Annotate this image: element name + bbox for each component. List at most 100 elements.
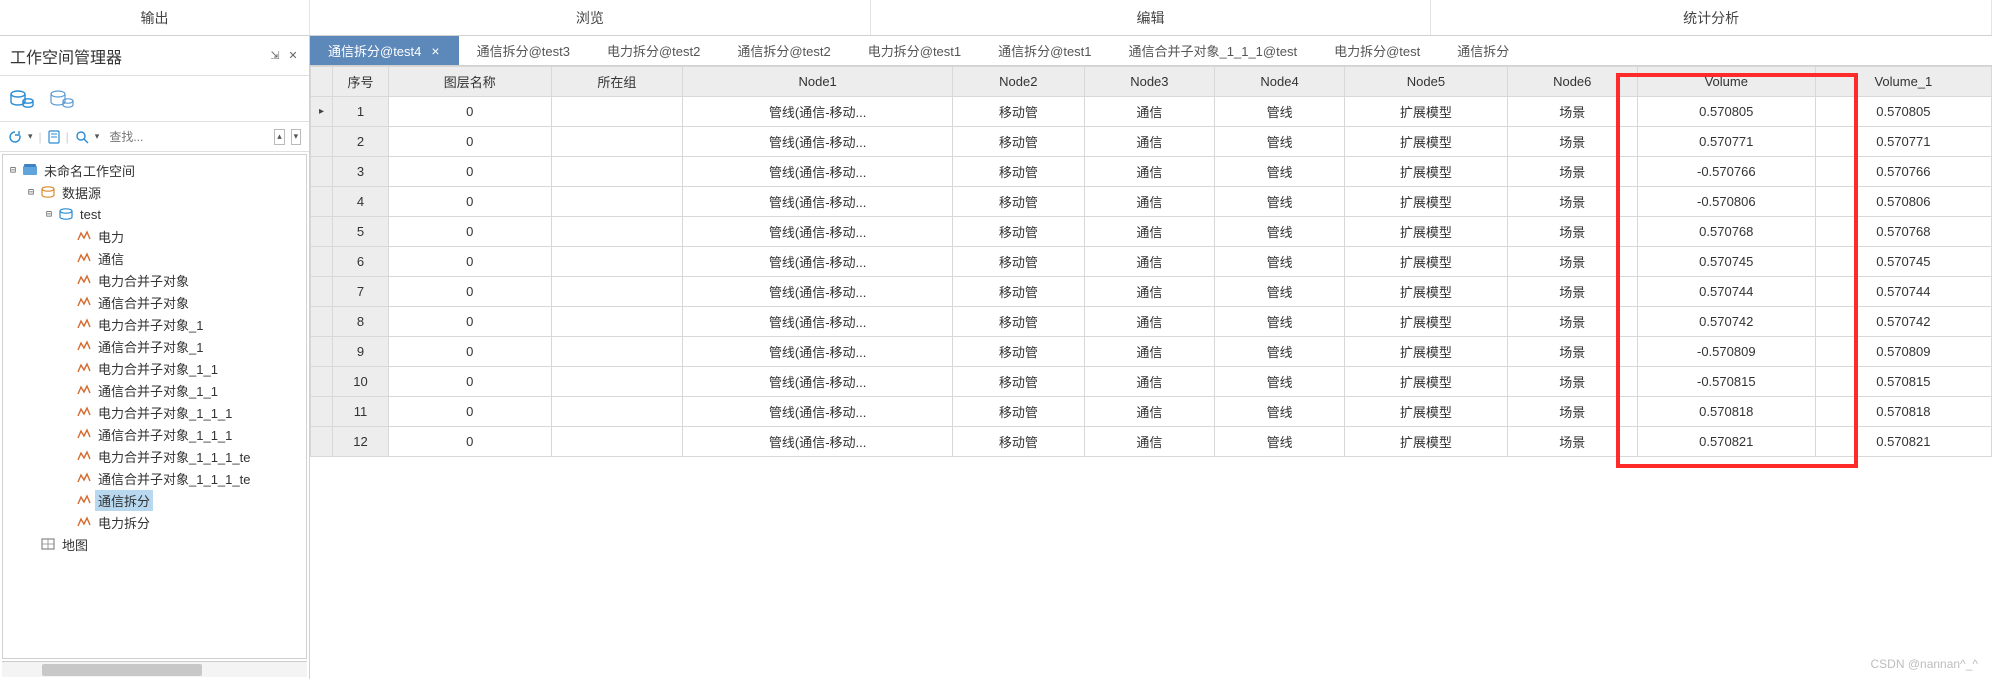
table-cell[interactable]: 0.570818 xyxy=(1815,397,1991,427)
table-cell[interactable]: 0.570809 xyxy=(1815,337,1991,367)
table-cell[interactable]: 移动管 xyxy=(952,97,1084,127)
table-cell[interactable]: 6 xyxy=(333,247,389,277)
table-cell[interactable]: 管线(通信-移动... xyxy=(683,97,953,127)
table-cell[interactable]: 通信 xyxy=(1084,97,1214,127)
column-header[interactable] xyxy=(311,67,333,97)
document-tab[interactable]: 通信拆分@test1 xyxy=(980,36,1110,65)
table-cell[interactable]: 通信 xyxy=(1084,217,1214,247)
table-cell[interactable]: 0.570745 xyxy=(1815,247,1991,277)
table-row[interactable]: 90管线(通信-移动...移动管通信管线扩展模型场景-0.5708090.570… xyxy=(311,337,1992,367)
table-cell[interactable] xyxy=(311,247,333,277)
table-cell[interactable]: 0 xyxy=(389,247,551,277)
table-cell[interactable]: 0 xyxy=(389,127,551,157)
table-cell[interactable]: 场景 xyxy=(1507,217,1637,247)
table-cell[interactable]: 10 xyxy=(333,367,389,397)
datasource-outline-icon[interactable] xyxy=(50,90,74,108)
table-cell[interactable]: 移动管 xyxy=(952,247,1084,277)
table-cell[interactable]: 0 xyxy=(389,217,551,247)
tree-item[interactable]: 电力合并子对象 xyxy=(3,269,306,291)
tree-horizontal-scrollbar[interactable] xyxy=(2,661,307,677)
table-cell[interactable]: 11 xyxy=(333,397,389,427)
column-header[interactable]: Volume xyxy=(1637,67,1815,97)
table-cell[interactable]: 5 xyxy=(333,217,389,247)
table-cell[interactable]: -0.570815 xyxy=(1637,367,1815,397)
document-tab[interactable]: 通信拆分@test4× xyxy=(310,36,459,65)
table-cell[interactable]: 管线(通信-移动... xyxy=(683,127,953,157)
document-tab[interactable]: 通信拆分@test2 xyxy=(719,36,849,65)
table-cell[interactable]: 管线 xyxy=(1214,307,1344,337)
table-cell[interactable]: 移动管 xyxy=(952,397,1084,427)
tree-item[interactable]: 通信合并子对象 xyxy=(3,291,306,313)
tree-item[interactable]: 通信合并子对象_1_1 xyxy=(3,379,306,401)
pin-icon[interactable]: ⇲ xyxy=(269,50,281,62)
table-row[interactable]: 40管线(通信-移动...移动管通信管线扩展模型场景-0.5708060.570… xyxy=(311,187,1992,217)
tree-item[interactable]: 通信合并子对象_1_1_1 xyxy=(3,423,306,445)
table-cell[interactable]: 扩展模型 xyxy=(1345,337,1507,367)
table-cell[interactable]: 管线(通信-移动... xyxy=(683,367,953,397)
table-row[interactable]: 110管线(通信-移动...移动管通信管线扩展模型场景0.5708180.570… xyxy=(311,397,1992,427)
table-cell[interactable]: 0.570768 xyxy=(1815,217,1991,247)
table-cell[interactable]: 0.570766 xyxy=(1815,157,1991,187)
table-cell[interactable] xyxy=(311,397,333,427)
tree-root[interactable]: ⊟ 未命名工作空间 xyxy=(3,159,306,181)
table-cell[interactable] xyxy=(551,187,683,217)
table-cell[interactable]: 扩展模型 xyxy=(1345,427,1507,457)
table-cell[interactable]: 移动管 xyxy=(952,367,1084,397)
table-cell[interactable]: 管线(通信-移动... xyxy=(683,307,953,337)
table-cell[interactable]: 管线 xyxy=(1214,157,1344,187)
table-cell[interactable]: 场景 xyxy=(1507,397,1637,427)
table-cell[interactable]: 0 xyxy=(389,337,551,367)
table-cell[interactable]: 场景 xyxy=(1507,247,1637,277)
tree-maps[interactable]: 地图 xyxy=(3,533,306,555)
table-cell[interactable]: 场景 xyxy=(1507,127,1637,157)
table-row[interactable]: 60管线(通信-移动...移动管通信管线扩展模型场景0.5707450.5707… xyxy=(311,247,1992,277)
column-header[interactable]: 图层名称 xyxy=(389,67,551,97)
refresh-icon[interactable] xyxy=(8,128,22,146)
table-cell[interactable]: 0.570742 xyxy=(1815,307,1991,337)
table-cell[interactable]: 通信 xyxy=(1084,307,1214,337)
document-tab[interactable]: 电力拆分@test1 xyxy=(850,36,980,65)
table-cell[interactable]: 移动管 xyxy=(952,427,1084,457)
table-cell[interactable] xyxy=(311,337,333,367)
table-cell[interactable]: ▸ xyxy=(311,97,333,127)
table-cell[interactable]: 管线(通信-移动... xyxy=(683,397,953,427)
workspace-tree[interactable]: ⊟ 未命名工作空间 ⊟ 数据源 ⊟ test 电力通信电力合并子对象通信合并子对… xyxy=(2,154,307,659)
table-cell[interactable]: 扩展模型 xyxy=(1345,277,1507,307)
table-cell[interactable]: 管线 xyxy=(1214,247,1344,277)
table-cell[interactable]: 通信 xyxy=(1084,247,1214,277)
table-cell[interactable]: 0 xyxy=(389,307,551,337)
tree-datasources[interactable]: ⊟ 数据源 xyxy=(3,181,306,203)
table-cell[interactable]: 7 xyxy=(333,277,389,307)
table-cell[interactable]: 0.570821 xyxy=(1815,427,1991,457)
table-cell[interactable]: 0.570771 xyxy=(1815,127,1991,157)
table-cell[interactable]: 3 xyxy=(333,157,389,187)
table-cell[interactable] xyxy=(551,337,683,367)
table-cell[interactable]: 0 xyxy=(389,397,551,427)
table-cell[interactable]: 0 xyxy=(389,157,551,187)
table-cell[interactable]: 移动管 xyxy=(952,307,1084,337)
table-row[interactable]: 100管线(通信-移动...移动管通信管线扩展模型场景-0.5708150.57… xyxy=(311,367,1992,397)
tab-close-icon[interactable]: × xyxy=(431,43,439,59)
table-cell[interactable] xyxy=(311,187,333,217)
tree-test[interactable]: ⊟ test xyxy=(3,203,306,225)
table-cell[interactable]: -0.570809 xyxy=(1637,337,1815,367)
search-input[interactable] xyxy=(105,128,268,146)
table-cell[interactable]: 场景 xyxy=(1507,427,1637,457)
table-cell[interactable]: 通信 xyxy=(1084,337,1214,367)
table-cell[interactable]: 场景 xyxy=(1507,187,1637,217)
table-cell[interactable]: 管线(通信-移动... xyxy=(683,187,953,217)
table-cell[interactable]: 场景 xyxy=(1507,337,1637,367)
table-row[interactable]: 30管线(通信-移动...移动管通信管线扩展模型场景-0.5707660.570… xyxy=(311,157,1992,187)
table-cell[interactable]: 通信 xyxy=(1084,397,1214,427)
column-header[interactable]: Node6 xyxy=(1507,67,1637,97)
table-cell[interactable]: 场景 xyxy=(1507,97,1637,127)
attribute-table[interactable]: 序号图层名称所在组Node1Node2Node3Node4Node5Node6V… xyxy=(310,66,1992,679)
collapse-up-button[interactable]: ▴ xyxy=(274,129,284,145)
table-cell[interactable] xyxy=(311,127,333,157)
table-cell[interactable]: 扩展模型 xyxy=(1345,367,1507,397)
table-cell[interactable]: 管线 xyxy=(1214,187,1344,217)
table-cell[interactable] xyxy=(551,97,683,127)
table-cell[interactable] xyxy=(551,307,683,337)
table-cell[interactable]: 0.570744 xyxy=(1815,277,1991,307)
table-cell[interactable]: 管线 xyxy=(1214,367,1344,397)
